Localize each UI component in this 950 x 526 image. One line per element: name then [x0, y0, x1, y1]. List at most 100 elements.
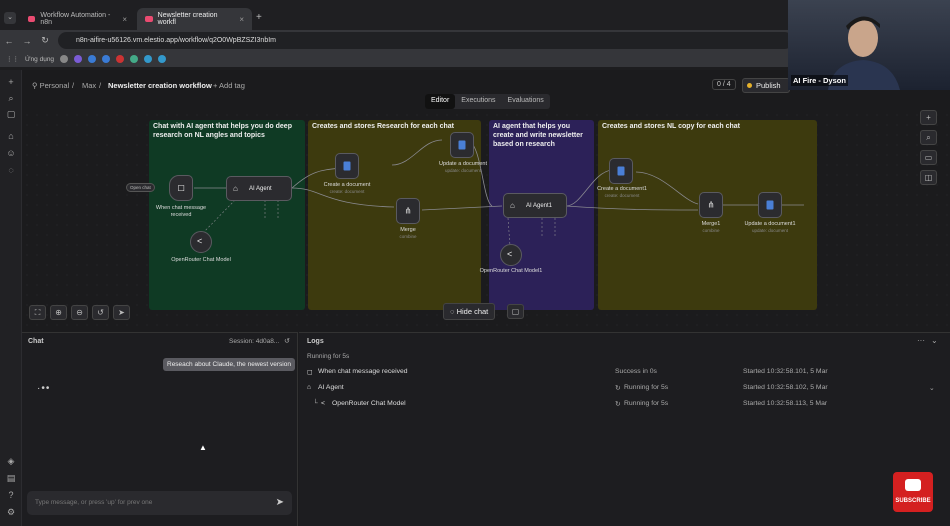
- workflow-name[interactable]: Newsletter creation workflow: [108, 81, 212, 90]
- tab-evaluations[interactable]: Evaluations: [502, 94, 550, 109]
- node-label: Create a document1 create: document: [597, 186, 647, 198]
- left-rail: + ⌕ ▢ ⌂ ☺ ◌ ◈ ▤ ? ⚙: [0, 70, 22, 526]
- add-tag-link[interactable]: + Add tag: [213, 81, 245, 90]
- collapse-icon[interactable]: ⌄: [931, 336, 938, 345]
- webcam-name: AI Fire - Dyson: [791, 75, 848, 86]
- browser-tab-workflows[interactable]: Workflow Automation - n8n ×: [20, 8, 135, 30]
- merge-icon: ⋔: [404, 205, 412, 216]
- robot-icon: ⌂: [233, 184, 238, 193]
- bookmark-icon[interactable]: [144, 55, 153, 63]
- node-label: OpenRouter Chat Model: [171, 257, 231, 263]
- status-dot-icon: [747, 83, 752, 88]
- open-chat-pill[interactable]: Open chat: [126, 183, 155, 192]
- reload-icon[interactable]: ↻: [36, 35, 54, 46]
- canvas-toolbar: ⛶ ⊕ ⊖ ↺ ➤: [29, 305, 130, 320]
- node-label: Update a document1 update: document: [744, 221, 796, 233]
- new-tab-button[interactable]: +: [256, 12, 262, 23]
- bookmark-icon[interactable]: [130, 55, 139, 63]
- node-ai-agent[interactable]: ⌂ AI Agent: [226, 176, 292, 201]
- google-docs-icon: [343, 161, 351, 171]
- chat-bubble-icon: ◻: [177, 182, 185, 193]
- forward-icon[interactable]: →: [18, 36, 36, 46]
- tab-executions[interactable]: Executions: [455, 94, 501, 109]
- node-merge[interactable]: ⋔: [396, 198, 420, 224]
- tab-editor[interactable]: Editor: [425, 94, 456, 109]
- log-row[interactable]: ⌂ AI Agent ↻ Running for 5s Started 10:3…: [305, 384, 945, 396]
- sidebar-toggle-icon[interactable]: ◫: [920, 170, 937, 185]
- search-nodes-icon[interactable]: ⌕: [920, 130, 937, 145]
- settings-icon[interactable]: ⚙: [5, 506, 17, 518]
- close-tab-icon[interactable]: ×: [122, 15, 127, 24]
- node-create-document[interactable]: [335, 153, 359, 179]
- node-create-document-1[interactable]: [609, 158, 633, 184]
- node-merge-1[interactable]: ⋔: [699, 192, 723, 218]
- bookmark-icon[interactable]: [116, 55, 125, 63]
- node-update-document-1[interactable]: [758, 192, 782, 218]
- help-icon[interactable]: ?: [5, 489, 17, 501]
- breadcrumb-personal[interactable]: ⚲ Personal: [32, 81, 69, 90]
- apps-grid-icon[interactable]: ⋮⋮: [6, 55, 19, 63]
- publish-button[interactable]: Publish: [742, 78, 790, 93]
- running-icon: ↻: [615, 385, 621, 392]
- n8n-favicon-icon: [28, 16, 36, 22]
- bookmark-icon[interactable]: [88, 55, 97, 63]
- close-tab-icon[interactable]: ×: [239, 15, 244, 24]
- mouse-cursor-icon: ▲: [199, 443, 207, 452]
- fit-view-icon[interactable]: ⛶: [29, 305, 46, 320]
- bookmark-icon[interactable]: [158, 55, 167, 63]
- chat-icon: ◌: [450, 307, 455, 316]
- logs-title: Logs: [307, 338, 324, 345]
- chat-input[interactable]: Type message, or press 'up' for prev one…: [27, 491, 292, 515]
- workflow-canvas[interactable]: Chat with AI agent that helps you do dee…: [22, 110, 950, 332]
- zoom-out-icon[interactable]: ⊖: [71, 305, 88, 320]
- layout-toggle-icon[interactable]: ▢: [507, 304, 524, 319]
- node-openrouter-model[interactable]: <: [190, 231, 212, 253]
- node-update-document[interactable]: [450, 132, 474, 158]
- pointer-tool-icon[interactable]: ➤: [113, 305, 130, 320]
- document-icon[interactable]: ▭: [920, 150, 937, 165]
- merge-icon: ⋔: [707, 199, 715, 210]
- log-row[interactable]: └ < OpenRouter Chat Model ↻ Running for …: [305, 400, 945, 412]
- reset-zoom-icon[interactable]: ↺: [92, 305, 109, 320]
- node-ai-agent-1[interactable]: ⌂ AI Agent1: [503, 193, 567, 218]
- add-node-icon[interactable]: +: [920, 110, 937, 125]
- back-icon[interactable]: ←: [0, 36, 18, 46]
- bookmark-icon[interactable]: [74, 55, 83, 63]
- node-label: Create a document create: document: [323, 182, 371, 194]
- breadcrumb-separator: /: [72, 81, 75, 90]
- node-label: Update a document update: document: [438, 161, 487, 173]
- breadcrumb-user[interactable]: Max: [82, 81, 96, 90]
- zoom-in-icon[interactable]: ⊕: [50, 305, 67, 320]
- google-docs-icon: [617, 166, 625, 176]
- chat-bubble-icon: ◻: [307, 369, 313, 376]
- refresh-session-icon[interactable]: ↺: [284, 337, 290, 345]
- logs-panel: Logs ··· ⌄ Running for 5s ◻ When chat me…: [299, 332, 950, 526]
- chat-panel: Chat Session: 4d0a8... ↺ Reseach about C…: [22, 332, 298, 526]
- node-label: When chat message received: [155, 205, 207, 218]
- bookmark-icon[interactable]: [60, 55, 69, 63]
- search-icon[interactable]: ⌕: [5, 92, 17, 104]
- more-options-icon[interactable]: ···: [917, 336, 925, 345]
- log-row[interactable]: ◻ When chat message received Success in …: [305, 368, 945, 380]
- version-counter: 0 / 4: [712, 79, 736, 90]
- templates-icon[interactable]: ◈: [5, 455, 17, 467]
- chat-icon[interactable]: ◌: [5, 164, 17, 176]
- home-icon[interactable]: ⌂: [5, 130, 17, 142]
- hide-chat-button[interactable]: ◌ Hide chat: [443, 303, 496, 320]
- url-field[interactable]: n8n-aifire-u56126.vm.elestio.app/workflo…: [58, 32, 793, 49]
- insights-icon[interactable]: ▤: [5, 472, 17, 484]
- expand-icon[interactable]: ⌄: [929, 384, 935, 392]
- bookmark-apps[interactable]: Ứng dụng: [25, 56, 54, 63]
- n8n-app: + ⌕ ▢ ⌂ ☺ ◌ ◈ ▤ ? ⚙ ⚲ Personal / Max / N…: [0, 70, 950, 526]
- breadcrumb-separator: /: [99, 81, 102, 90]
- add-icon[interactable]: +: [5, 76, 17, 88]
- send-icon[interactable]: ➤: [276, 497, 284, 508]
- tab-list-button[interactable]: ⌄: [4, 12, 16, 24]
- node-connections: [194, 139, 804, 247]
- user-icon[interactable]: ☺: [5, 147, 17, 159]
- node-openrouter-model-1[interactable]: <: [500, 244, 522, 266]
- browser-tab-newsletter[interactable]: Newsletter creation workfl ×: [137, 8, 252, 30]
- node-chat-trigger[interactable]: ◻: [169, 175, 193, 201]
- panel-icon[interactable]: ▢: [5, 108, 17, 120]
- bookmark-icon[interactable]: [102, 55, 111, 63]
